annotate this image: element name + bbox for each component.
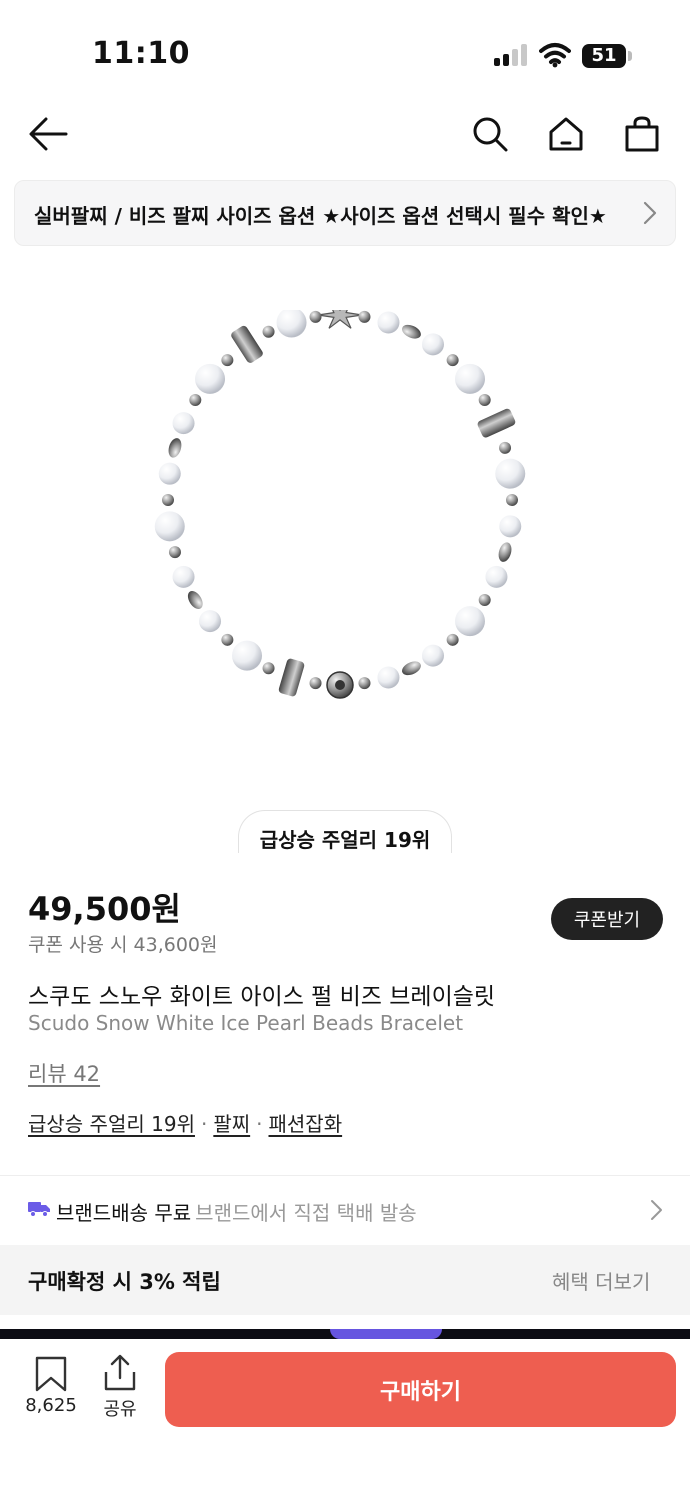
silver-ball-bead: [189, 393, 202, 406]
silver-ball-bead: [309, 310, 322, 323]
silver-ball-bead: [168, 546, 181, 559]
back-arrow-icon[interactable]: [26, 112, 70, 156]
pearl-bead: [199, 610, 222, 633]
silver-rondel-bead: [498, 542, 512, 562]
product-price: 49,500원: [28, 890, 181, 928]
shopping-bag-icon[interactable]: [620, 112, 664, 156]
product-name-english: Scudo Snow White Ice Pearl Beads Bracele…: [28, 1011, 464, 1035]
shipping-info[interactable]: 브랜드배송 무료 브랜드에서 직접 택배 발송: [56, 1197, 417, 1226]
pearl-bead: [454, 363, 485, 394]
content-preview-strip: [0, 1329, 690, 1339]
silver-tube-bead: [278, 658, 305, 697]
battery-icon: 51: [582, 44, 626, 68]
silver-ball-bead: [309, 677, 322, 690]
silver-rondel-bead: [187, 591, 203, 610]
silver-tube-bead: [231, 325, 263, 363]
chevron-right-icon[interactable]: [646, 1198, 666, 1222]
pearl-bead: [276, 310, 307, 338]
battery-cap: [628, 51, 632, 61]
category-link-bracelet[interactable]: 팔찌: [213, 1112, 250, 1136]
silver-ball-bead: [506, 494, 518, 506]
silver-ball-bead: [446, 354, 459, 367]
pearl-bead: [377, 666, 400, 689]
category-link-fashion[interactable]: 패션잡화: [269, 1112, 343, 1136]
silver-ball-bead: [162, 494, 174, 506]
cellular-signal-icon: [494, 44, 528, 66]
pearl-bead: [485, 565, 508, 588]
silver-ball-bead: [446, 633, 459, 646]
chevron-right-icon: [643, 201, 657, 225]
benefit-label: 구매확정 시 3% 적립: [28, 1270, 221, 1294]
pearl-bead: [454, 606, 485, 637]
pearl-bead: [195, 363, 226, 394]
cross-star-charm: [317, 310, 363, 329]
pearl-bead: [495, 458, 526, 489]
flower-charm: [326, 671, 354, 699]
pearl-bead: [154, 511, 185, 542]
separator-dot: ·: [256, 1112, 263, 1136]
rank-chip-label: 급상승 주얼리 19위: [259, 828, 431, 852]
silver-rondel-bead: [402, 661, 421, 676]
share-label: 공유: [103, 1399, 137, 1420]
benefit-more-link[interactable]: 혜택 더보기: [552, 1266, 650, 1295]
silver-ball-bead: [221, 633, 234, 646]
silver-rondel-bead: [402, 324, 421, 339]
section-divider: [0, 1175, 690, 1176]
silver-ball-bead: [499, 441, 512, 454]
silver-tube-bead: [477, 408, 516, 438]
separator-dot: ·: [200, 1112, 208, 1136]
bookmark-icon[interactable]: [34, 1356, 68, 1392]
silver-ball-bead: [262, 662, 275, 675]
share-icon[interactable]: [102, 1354, 138, 1392]
silver-ball-bead: [358, 677, 371, 690]
silver-rondel-bead: [168, 438, 182, 458]
pearl-bead: [172, 565, 195, 588]
pearl-beads-bracelet-image[interactable]: [140, 310, 540, 710]
pearl-bead: [232, 640, 263, 671]
pearl-bead: [421, 644, 444, 667]
pearl-bead: [377, 311, 400, 334]
search-icon[interactable]: [468, 112, 512, 156]
silver-ball-bead: [358, 310, 371, 323]
silver-ball-bead: [221, 354, 234, 367]
wifi-icon: [539, 43, 571, 68]
wish-count: 8,625: [25, 1395, 77, 1416]
delivery-truck-icon: [28, 1202, 50, 1217]
silver-ball-bead: [262, 325, 275, 338]
home-icon[interactable]: [544, 112, 588, 156]
silver-ball-bead: [478, 393, 491, 406]
product-name-korean: 스쿠도 스노우 화이트 아이스 펄 비즈 브레이슬릿: [28, 984, 496, 1010]
category-breadcrumb: 급상승 주얼리 19위 · 팔찌 · 패션잡화: [28, 1108, 342, 1137]
pearl-bead: [172, 412, 195, 435]
review-link[interactable]: 리뷰 42: [28, 1058, 100, 1088]
shipping-detail: 브랜드에서 직접 택배 발송: [195, 1201, 417, 1225]
pearl-bead: [158, 462, 181, 485]
rank-chip-mask: [230, 853, 460, 865]
shipping-free-label: 브랜드배송 무료: [56, 1201, 192, 1225]
get-coupon-button[interactable]: 쿠폰받기: [551, 898, 663, 940]
coupon-price: 쿠폰 사용 시 43,600원: [28, 934, 218, 956]
silver-ball-bead: [478, 594, 491, 607]
pearl-bead: [421, 333, 444, 356]
status-time: 11:10: [92, 36, 190, 71]
buy-button[interactable]: 구매하기: [165, 1352, 676, 1427]
pearl-bead: [499, 515, 522, 538]
banner-text: 실버팔찌 / 비즈 팔찌 사이즈 옵션 ★사이즈 옵션 선택시 필수 확인★: [34, 204, 607, 228]
category-link-rank[interactable]: 급상승 주얼리 19위: [28, 1112, 195, 1136]
